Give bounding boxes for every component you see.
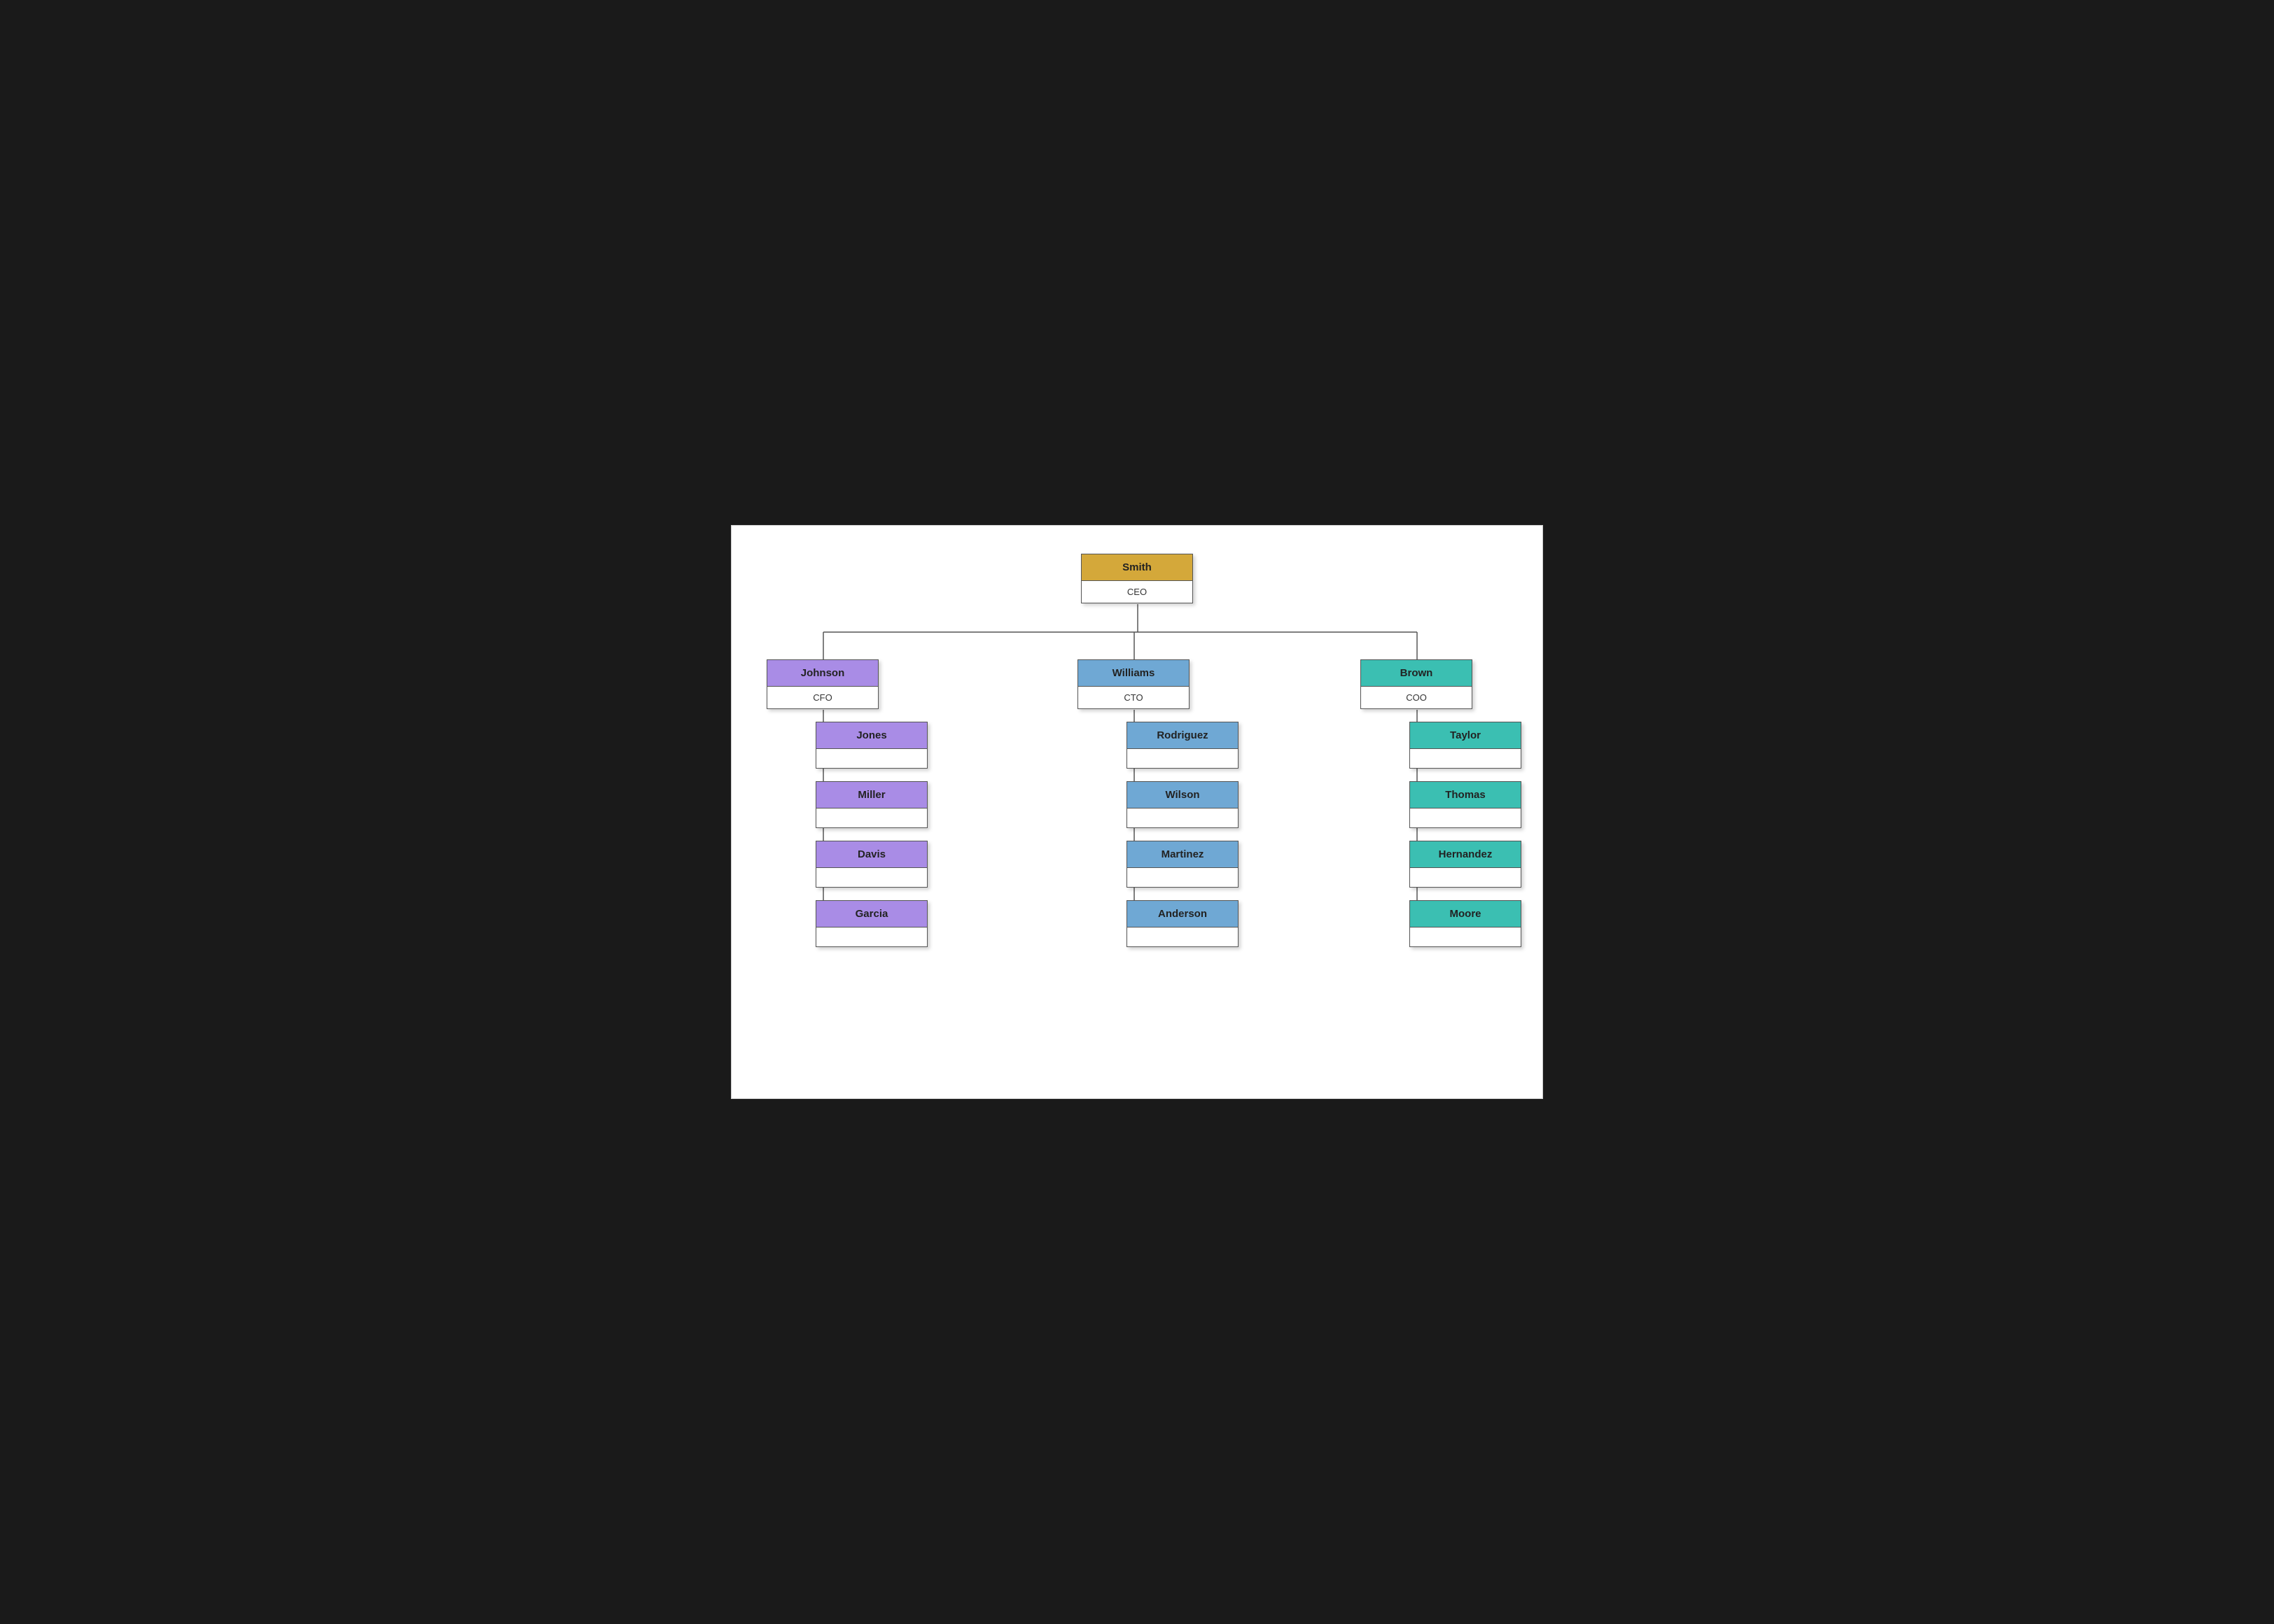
node-taylor: Taylor <box>1409 722 1521 769</box>
node-anderson: Anderson <box>1126 900 1239 947</box>
node-davis-name: Davis <box>816 841 927 867</box>
node-smith-title: CEO <box>1082 580 1192 603</box>
node-jones-title <box>816 748 927 768</box>
node-smith-name: Smith <box>1082 554 1192 580</box>
col-brown: Brown COO Taylor Thomas Hernandez Moore <box>1304 659 1521 947</box>
node-garcia-title <box>816 927 927 946</box>
williams-children: Rodriguez Wilson Martinez Anderson <box>1126 722 1239 947</box>
brown-children: Taylor Thomas Hernandez Moore <box>1409 722 1521 947</box>
node-jones-name: Jones <box>816 722 927 748</box>
node-brown: Brown COO <box>1360 659 1472 709</box>
node-hernandez-title <box>1410 867 1521 887</box>
node-taylor-name: Taylor <box>1410 722 1521 748</box>
node-smith: Smith CEO <box>1081 554 1193 603</box>
node-miller-title <box>816 808 927 827</box>
node-anderson-name: Anderson <box>1127 901 1238 927</box>
node-martinez: Martinez <box>1126 841 1239 888</box>
node-brown-title: COO <box>1361 686 1472 708</box>
node-miller-name: Miller <box>816 782 927 808</box>
johnson-children: Jones Miller Davis Garcia <box>816 722 928 947</box>
col-johnson: Johnson CFO Jones Miller Davis Garc <box>753 659 970 947</box>
node-garcia: Garcia <box>816 900 928 947</box>
level1-row: Johnson CFO Jones Miller Davis Garc <box>753 659 1521 947</box>
node-martinez-name: Martinez <box>1127 841 1238 867</box>
node-hernandez: Hernandez <box>1409 841 1521 888</box>
node-moore: Moore <box>1409 900 1521 947</box>
node-rodriguez: Rodriguez <box>1126 722 1239 769</box>
node-hernandez-name: Hernandez <box>1410 841 1521 867</box>
org-chart-container: Smith CEO Johnson CFO Jones Miller <box>731 525 1543 1099</box>
node-thomas-name: Thomas <box>1410 782 1521 808</box>
node-thomas: Thomas <box>1409 781 1521 828</box>
node-garcia-name: Garcia <box>816 901 927 927</box>
node-wilson: Wilson <box>1126 781 1239 828</box>
col-williams: Williams CTO Rodriguez Wilson Martinez A… <box>1028 659 1246 947</box>
node-taylor-title <box>1410 748 1521 768</box>
node-anderson-title <box>1127 927 1238 946</box>
node-moore-title <box>1410 927 1521 946</box>
node-rodriguez-name: Rodriguez <box>1127 722 1238 748</box>
node-martinez-title <box>1127 867 1238 887</box>
root-level: Smith CEO <box>753 554 1521 603</box>
node-jones: Jones <box>816 722 928 769</box>
node-thomas-title <box>1410 808 1521 827</box>
node-johnson-title: CFO <box>767 686 878 708</box>
node-williams: Williams CTO <box>1077 659 1190 709</box>
node-johnson: Johnson CFO <box>767 659 879 709</box>
node-moore-name: Moore <box>1410 901 1521 927</box>
node-miller: Miller <box>816 781 928 828</box>
node-rodriguez-title <box>1127 748 1238 768</box>
node-williams-name: Williams <box>1078 660 1189 686</box>
node-davis-title <box>816 867 927 887</box>
node-wilson-name: Wilson <box>1127 782 1238 808</box>
node-wilson-title <box>1127 808 1238 827</box>
node-brown-name: Brown <box>1361 660 1472 686</box>
node-davis: Davis <box>816 841 928 888</box>
node-williams-title: CTO <box>1078 686 1189 708</box>
node-johnson-name: Johnson <box>767 660 878 686</box>
